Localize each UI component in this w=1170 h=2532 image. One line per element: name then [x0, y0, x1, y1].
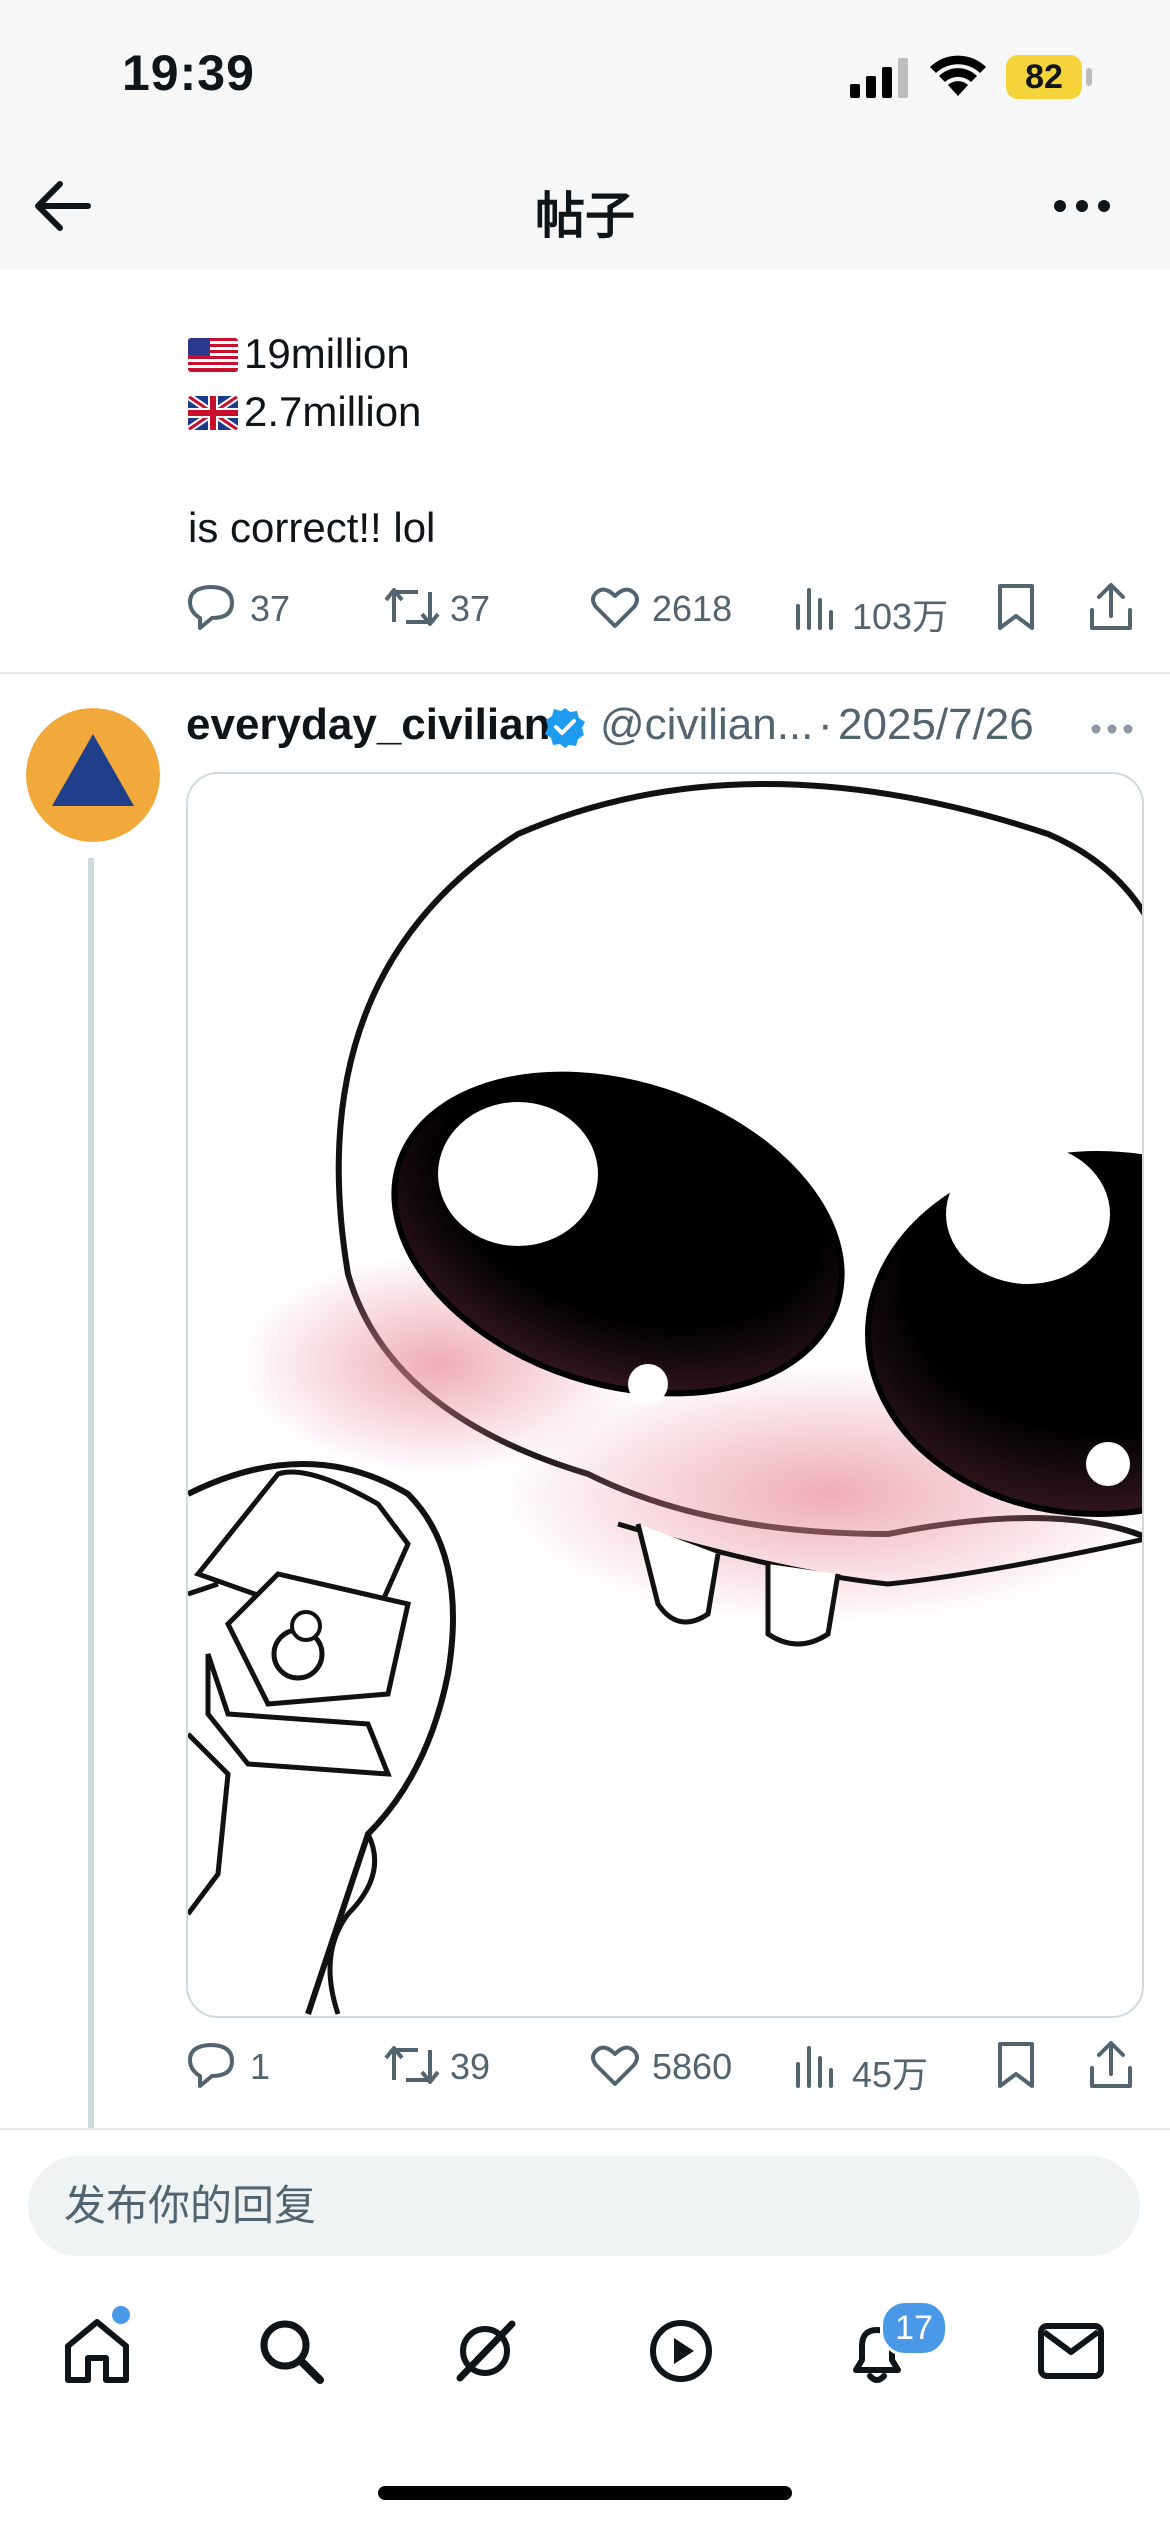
like-count: 5860 — [652, 2046, 733, 2087]
avatar[interactable] — [26, 708, 160, 842]
us-flag-icon — [188, 338, 238, 372]
thread-line — [88, 858, 94, 2128]
author-name[interactable]: everyday_civilian — [186, 700, 550, 750]
post-body: is correct!! lol — [188, 504, 436, 551]
reply-icon[interactable] — [186, 582, 238, 632]
view-count: 45万 — [852, 2054, 929, 2095]
repost-icon[interactable] — [384, 2042, 440, 2088]
uk-flag-icon — [188, 396, 238, 430]
reply-input[interactable] — [28, 2156, 1140, 2256]
share-icon[interactable] — [1088, 2040, 1134, 2090]
post-divider — [0, 672, 1170, 674]
reply-divider — [0, 2128, 1170, 2130]
grok-icon[interactable] — [450, 2316, 520, 2386]
repost-icon[interactable] — [384, 584, 440, 630]
home-icon[interactable] — [62, 2316, 132, 2386]
like-icon[interactable] — [590, 2044, 640, 2088]
home-indicator — [378, 2486, 792, 2500]
post-more-icon[interactable] — [1090, 722, 1134, 736]
meta-separator: · — [818, 700, 833, 749]
share-icon[interactable] — [1088, 582, 1134, 632]
post-line-us-text: 19million — [244, 330, 410, 377]
bookmark-icon[interactable] — [996, 582, 1036, 632]
reply-count: 1 — [250, 2046, 271, 2087]
like-icon[interactable] — [590, 586, 640, 630]
signal-icon — [850, 58, 908, 98]
repost-count: 37 — [450, 588, 491, 629]
post-line-uk: 2.7million — [188, 388, 421, 436]
more-options-icon[interactable] — [1052, 196, 1112, 216]
notifications-badge: 17 — [880, 2300, 948, 2356]
post-date[interactable]: 2025/7/26 — [838, 700, 1034, 750]
video-play-icon[interactable] — [646, 2316, 716, 2386]
repost-count: 39 — [450, 2046, 491, 2087]
views-icon[interactable] — [794, 2042, 838, 2088]
status-time: 19:39 — [122, 45, 255, 101]
home-unread-dot — [112, 2306, 130, 2324]
cartoon-illustration — [188, 781, 1142, 2015]
battery-level: 82 — [1006, 55, 1082, 99]
search-icon[interactable] — [256, 2316, 326, 2386]
reply-count: 37 — [250, 588, 291, 629]
like-count: 2618 — [652, 588, 733, 629]
author-handle[interactable]: @civilian... — [600, 700, 813, 750]
battery-tip — [1086, 68, 1092, 86]
post-line-us: 19million — [188, 330, 410, 378]
verified-badge-icon — [545, 708, 585, 748]
view-count: 103万 — [852, 596, 949, 637]
reply-icon[interactable] — [186, 2040, 238, 2090]
views-icon[interactable] — [794, 584, 838, 630]
wifi-icon — [930, 55, 986, 96]
post-media-image[interactable] — [186, 772, 1144, 2018]
page-title: 帖子 — [535, 188, 635, 244]
messages-mail-icon[interactable] — [1036, 2320, 1106, 2382]
post-line-uk-text: 2.7million — [244, 388, 422, 435]
bookmark-icon[interactable] — [996, 2040, 1036, 2090]
